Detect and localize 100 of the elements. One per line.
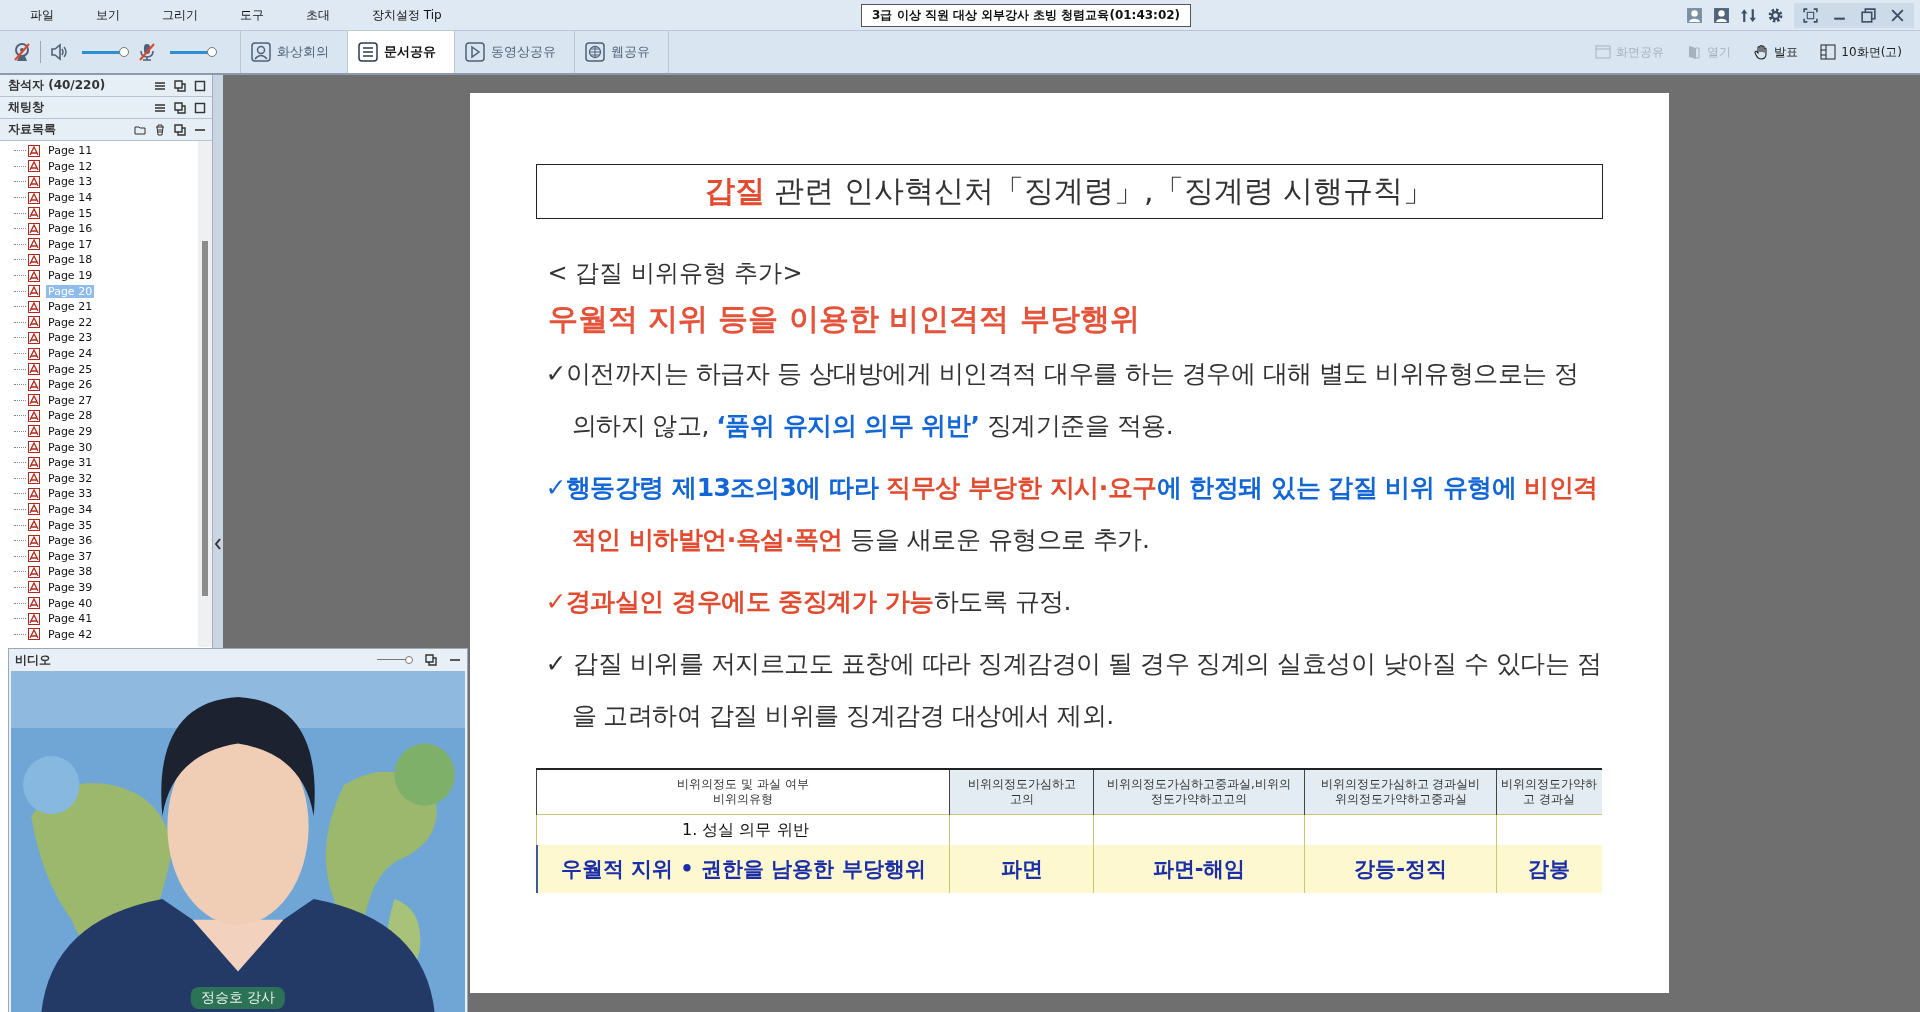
pdf-icon <box>28 409 40 422</box>
table-cell: 파면 <box>949 845 1094 893</box>
pdf-icon <box>28 597 40 609</box>
page-item[interactable]: Page 26 <box>46 378 95 392</box>
page-item[interactable]: Page 30 <box>46 440 95 454</box>
page-item[interactable]: Page 39 <box>46 580 95 594</box>
page-item[interactable]: Page 31 <box>46 456 95 470</box>
settings-icon[interactable] <box>1767 6 1784 24</box>
page-item[interactable]: Page 41 <box>46 612 95 626</box>
column-header: 비위의정도가심하고 고의 <box>949 769 1094 815</box>
page-item[interactable]: Page 18 <box>46 253 95 267</box>
page-item[interactable]: Page 42 <box>46 627 95 641</box>
collapse-icon[interactable] <box>214 536 222 551</box>
page-item[interactable]: Page 25 <box>46 362 95 376</box>
slide-paragraph: ✓행동강령 제13조의3에 따라 직무상 부당한 지시·요구에 한정돼 있는 갑질 비위 유형에 비인격적인 비하발언·욕설·폭언 등을 새로운 유형으로 추가. <box>545 472 1599 556</box>
page-item[interactable]: Page 35 <box>46 518 95 532</box>
scrollbar[interactable] <box>198 141 212 647</box>
pdf-icon <box>28 160 40 173</box>
page-item[interactable]: Page 22 <box>46 315 95 329</box>
panel-header[interactable]: 자료목록 <box>0 119 212 141</box>
microphone-icon[interactable] <box>137 42 157 62</box>
pdf-icon <box>28 238 40 251</box>
menu-item[interactable]: 그리기 <box>148 6 212 24</box>
person-icon <box>251 42 271 62</box>
menu-item[interactable]: 도구 <box>226 6 278 24</box>
popout-icon[interactable] <box>174 101 186 114</box>
panel-title: 비디오 <box>15 651 51 669</box>
pdf-icon <box>28 441 40 454</box>
page-item[interactable]: Page 24 <box>46 347 95 360</box>
menu-item[interactable]: 장치설정 Tip <box>358 6 456 24</box>
toolbar-button[interactable]: 10화면(고) <box>1816 41 1906 63</box>
list-icon[interactable] <box>154 101 166 114</box>
page-item[interactable]: Page 33 <box>46 487 95 501</box>
page-item[interactable]: Page 19 <box>46 269 95 283</box>
hand-icon <box>1753 44 1770 60</box>
page-item[interactable]: Page 32 <box>46 471 95 485</box>
slide-paragraph: ✓이전까지는 하급자 등 상대방에게 비인격적 대우를 하는 경우에 대해 별도 비위유형으로는 정의하지 않고, ‘품위 유지의 의무 위반’ 징계기준을 적용. <box>545 358 1580 442</box>
pdf-icon <box>28 253 40 266</box>
slide-heading: 우월적 지위 등을 이용한 비인격적 부당행위 <box>547 300 1141 338</box>
pdf-icon <box>28 316 40 329</box>
page-item[interactable]: Page 23 <box>46 331 95 345</box>
pdf-icon <box>28 191 40 204</box>
page-item[interactable]: Page 34 <box>46 502 95 516</box>
page-item[interactable]: Page 37 <box>46 549 95 563</box>
menu-item[interactable]: 초대 <box>292 6 344 24</box>
webcam-icon[interactable] <box>12 42 32 62</box>
page-item[interactable]: Page 14 <box>46 191 95 205</box>
panel-header[interactable]: 채팅창 <box>0 97 212 119</box>
page-item[interactable]: Page 11 <box>46 144 95 158</box>
page-item[interactable]: Page 36 <box>46 534 95 548</box>
session-title: 3급 이상 직원 대상 외부강사 초빙 청렴교육(01:43:02) <box>861 3 1192 27</box>
pdf-icon <box>28 550 40 563</box>
menu-item[interactable]: 보기 <box>82 6 134 24</box>
user-icon[interactable] <box>1713 6 1730 24</box>
tab[interactable]: 문서공유 <box>348 31 455 73</box>
restore-icon[interactable] <box>1860 6 1877 24</box>
speaker-icon[interactable] <box>49 42 69 62</box>
page-item[interactable]: Page 13 <box>46 175 95 189</box>
popout-icon[interactable] <box>425 654 437 666</box>
page-item[interactable]: Page 28 <box>46 409 95 423</box>
document-icon <box>358 42 378 62</box>
popout-icon[interactable] <box>174 123 186 136</box>
toolbar-button[interactable]: 발표 <box>1749 41 1803 63</box>
pdf-icon <box>28 394 40 407</box>
pdf-icon <box>28 269 40 282</box>
panel-title: 자료목록 <box>8 121 56 138</box>
page-item[interactable]: Page 29 <box>46 425 95 438</box>
menu-item[interactable]: 파일 <box>16 6 68 24</box>
panel-header[interactable]: 참석자 (40/220) <box>0 75 212 97</box>
trash-icon[interactable] <box>154 123 166 136</box>
door-icon <box>1686 44 1703 60</box>
folder-icon[interactable] <box>134 123 146 136</box>
table-cell: 파면-해임 <box>1093 845 1305 893</box>
page-item[interactable]: Page 17 <box>46 237 95 251</box>
page-item[interactable]: Page 15 <box>46 206 95 220</box>
window-icon <box>1595 44 1612 60</box>
slide-paragraph: ✓경과실인 경우에도 중징계가 가능하도록 규정. <box>545 586 1072 618</box>
table-cell: 감봉 <box>1496 845 1602 893</box>
page-item[interactable]: Page 38 <box>46 565 95 579</box>
layout-icon <box>1820 44 1837 60</box>
pdf-icon <box>28 456 40 469</box>
speaker-name: 정승호 강사 <box>190 987 286 1009</box>
popout-icon[interactable] <box>174 79 186 92</box>
slide-title: 갑질 관련 인사혁신처「징계령」,「징계령 시행규칙」 <box>535 164 1603 219</box>
list-icon[interactable] <box>154 79 166 92</box>
maximize-icon[interactable] <box>194 101 206 114</box>
user-icon[interactable] <box>1686 6 1703 24</box>
page-item[interactable]: Page 21 <box>46 300 95 314</box>
globe-icon <box>585 42 605 62</box>
pdf-icon <box>28 472 40 485</box>
pdf-icon <box>28 285 40 298</box>
maximize-icon[interactable] <box>194 79 206 92</box>
page-item[interactable]: Page 40 <box>46 596 95 610</box>
fullscreen-icon[interactable] <box>1802 6 1819 24</box>
page-item[interactable]: Page 16 <box>46 222 95 236</box>
page-item[interactable]: Page 12 <box>46 159 95 173</box>
pdf-icon <box>28 565 40 578</box>
swap-arrows-icon[interactable] <box>1740 6 1757 24</box>
column-header: 비위의정도 및 과실 여부 비위의유형 <box>536 769 950 815</box>
page-item[interactable]: Page 27 <box>46 393 95 407</box>
